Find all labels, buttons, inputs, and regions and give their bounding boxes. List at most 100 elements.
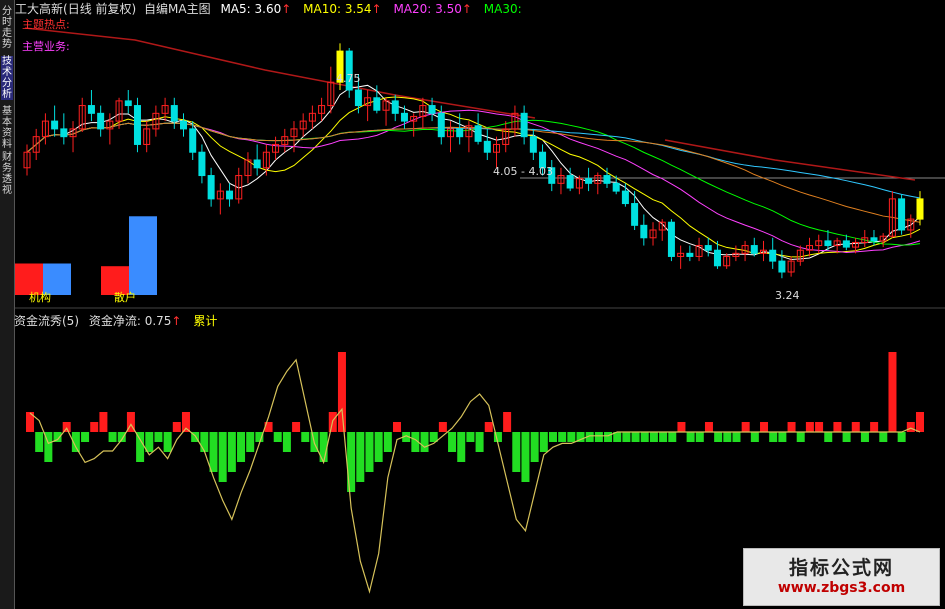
candle-body [189, 128, 197, 153]
flow-bar-negative [824, 432, 833, 442]
candle-body [916, 198, 924, 220]
candle-body [180, 120, 188, 130]
tab-technical[interactable]: 技术分析 [1, 56, 13, 100]
stock-name: 工大高新 [15, 2, 64, 16]
candle-body [60, 128, 68, 138]
flow-bar-negative [136, 432, 145, 462]
flow-bar-negative [108, 432, 117, 442]
flow-bar-negative [35, 432, 44, 452]
candle-body [842, 240, 850, 248]
flow-bar-negative [686, 432, 695, 442]
flow-bar-negative [374, 432, 383, 462]
ma-long-line-left [24, 27, 536, 119]
candle-body [686, 252, 694, 257]
candle-body [354, 89, 362, 107]
flow-bar-negative [246, 432, 255, 452]
flow-bar-positive [741, 422, 750, 432]
flow-bar-negative [640, 432, 649, 442]
price-and-flow-chart [15, 27, 945, 594]
flow-bar-negative [750, 432, 759, 442]
candle-body [51, 120, 59, 130]
candle-body [603, 175, 611, 184]
flow-title: 资金流秀(5) [14, 314, 79, 328]
ma5-label: MA5: 3.60↑ [220, 2, 292, 16]
ma20-label: MA20: 3.50↑ [393, 2, 472, 16]
flow-bar-negative [558, 432, 567, 442]
flow-bar-positive [870, 422, 879, 432]
flow-bar-negative [521, 432, 530, 482]
flow-bar-positive [337, 352, 346, 432]
flow-bar-negative [420, 432, 429, 452]
flow-bar-negative [154, 432, 163, 442]
flow-bar-negative [796, 432, 805, 442]
flow-bar-negative [897, 432, 906, 442]
flow-bar-positive [805, 422, 814, 432]
tab-financials[interactable]: 财务透视 [1, 152, 13, 196]
candle-body [631, 203, 639, 226]
theme-note: 主题热点: [22, 18, 70, 31]
flow-bar-negative [659, 432, 668, 442]
flow-bar-negative [237, 432, 246, 462]
candle-body [713, 249, 721, 267]
ma10-line [26, 96, 921, 258]
candle-body [769, 249, 777, 262]
low-price-label: 3.24 [775, 289, 800, 302]
business-note: 主营业务: [22, 40, 70, 53]
flow-bar-positive [503, 412, 512, 432]
candle-body [198, 151, 206, 177]
flow-bar-negative [163, 432, 172, 452]
candle-body [585, 178, 593, 184]
retail-bar [129, 216, 157, 295]
flow-bar-negative [218, 432, 227, 482]
candle-body [428, 105, 436, 114]
candle-body [612, 182, 620, 192]
up-arrow-icon: ↑ [171, 314, 182, 328]
flow-bar-negative [548, 432, 557, 442]
flow-bar-negative [622, 432, 631, 442]
flow-bar-negative [530, 432, 539, 462]
candle-body [667, 221, 675, 257]
candle-body [520, 112, 528, 138]
ma45-line [26, 122, 921, 223]
flow-bar-positive [833, 422, 842, 432]
candle-body [124, 100, 132, 107]
flow-bar-positive [99, 412, 108, 432]
flow-bar-negative [356, 432, 365, 482]
header-bar: 工大高新(日线 前复权) 自编MA主图 MA5: 3.60↑ MA10: 3.5… [15, 0, 522, 16]
flow-bar-negative [209, 432, 218, 472]
candle-body [566, 175, 574, 189]
flow-bar-positive [292, 422, 301, 432]
candle-body [207, 175, 215, 200]
candle-body [898, 198, 906, 231]
flow-bar-negative [732, 432, 741, 442]
ma30-label: MA30: [483, 2, 522, 16]
flow-bar-negative [383, 432, 392, 452]
candle-body [640, 224, 648, 239]
flow-header: 资金流秀(5) 资金净流: 0.75↑ 累计 [14, 312, 217, 329]
flow-bar-positive [888, 352, 897, 432]
tab-intraday[interactable]: 分时走势 [1, 6, 13, 50]
flow-bar-negative [631, 432, 640, 442]
flow-bar-negative [273, 432, 282, 442]
cumulative-label: 累计 [193, 314, 218, 328]
ma5-line [26, 84, 921, 261]
flow-bar-positive [916, 412, 924, 432]
tab-fundamentals[interactable]: 基本资料 [1, 106, 13, 150]
watermark-title: 指标公式网 [788, 557, 894, 579]
period-label: (日线 前复权) [63, 2, 137, 16]
candle-body [391, 100, 399, 114]
ma10-label: MA10: 3.54↑ [303, 2, 382, 16]
candle-body [133, 105, 141, 145]
flow-bar-positive [851, 422, 860, 432]
flow-bar-positive [704, 422, 713, 432]
flow-bar-negative [842, 432, 851, 442]
flow-bar-negative [145, 432, 154, 452]
flow-bar-negative [227, 432, 236, 472]
flow-bar-positive [760, 422, 769, 432]
flow-bar-negative [594, 432, 603, 442]
candle-body [778, 260, 786, 273]
flow-bar-negative [457, 432, 466, 462]
flow-bar-positive [677, 422, 686, 432]
candle-body [226, 190, 234, 200]
candle-body [483, 140, 491, 153]
